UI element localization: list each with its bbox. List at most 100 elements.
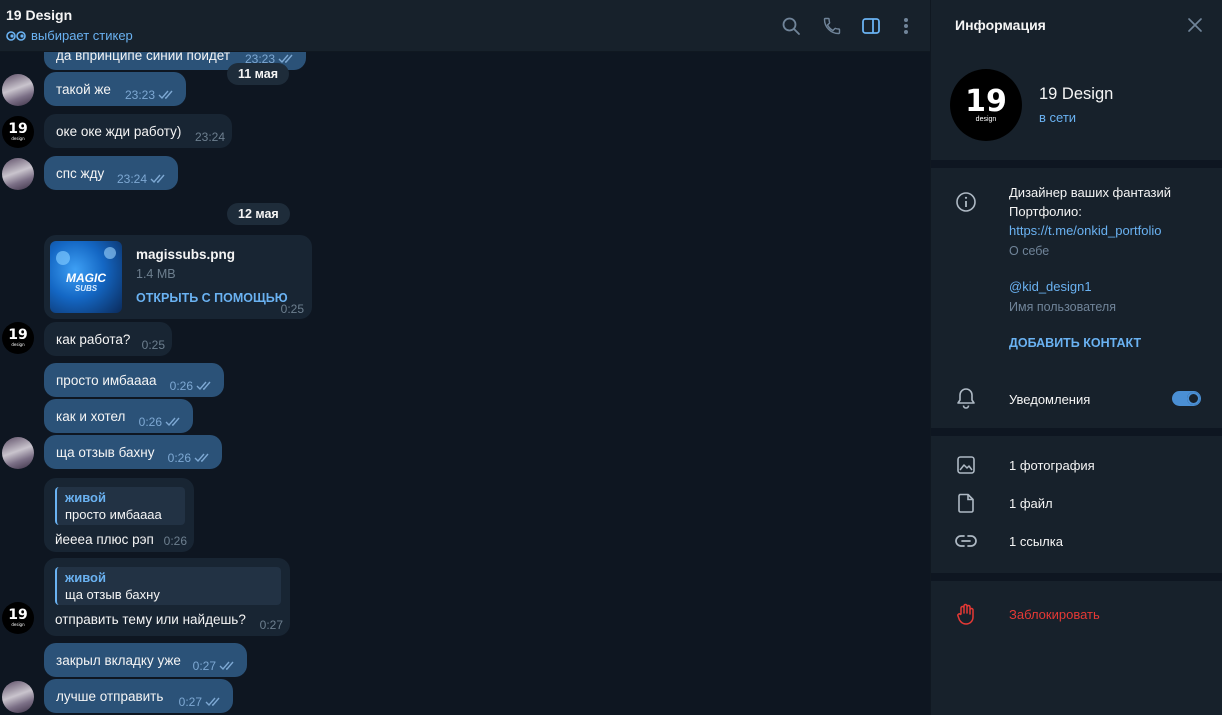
message-incoming-reply[interactable]: живой просто имбаааа йеееа плюс рэп 0:26: [44, 478, 194, 552]
open-with-button[interactable]: ОТКРЫТЬ С ПОМОЩЬЮ: [136, 291, 288, 305]
message-text: отправить тему или найдешь?: [55, 612, 246, 627]
message-outgoing[interactable]: закрыл вкладку уже 0:27: [44, 643, 247, 677]
message-meta: 0:26: [168, 451, 212, 465]
message-text: такой же: [56, 81, 111, 97]
close-icon[interactable]: [1186, 16, 1204, 34]
reply-author: живой: [65, 570, 106, 585]
message-time: 0:25: [141, 338, 165, 352]
files-count[interactable]: 1 файл: [1009, 496, 1053, 511]
toggle-knob: [1187, 392, 1200, 405]
message-incoming[interactable]: как работа? 0:25: [44, 322, 172, 356]
info-panel-title: Информация: [955, 17, 1046, 33]
read-ticks-icon: [219, 661, 234, 671]
user-avatar[interactable]: [2, 158, 34, 190]
link-icon: [955, 530, 977, 552]
bio-label: О себе: [1009, 244, 1050, 258]
message-outgoing[interactable]: просто имбаааа 0:26: [44, 363, 224, 397]
add-contact-button[interactable]: ДОБАВИТЬ КОНТАКТ: [1009, 336, 1141, 350]
message-outgoing[interactable]: ща отзыв бахну 0:26: [44, 435, 222, 469]
sidebar-toggle-icon[interactable]: [859, 14, 883, 38]
message-time: 0:26: [167, 451, 191, 465]
section-divider: [931, 573, 1222, 581]
avatar-logo-text: 19: [8, 327, 28, 343]
username-link[interactable]: @kid_design1: [1009, 279, 1092, 294]
phone-icon[interactable]: [820, 14, 844, 38]
info-panel: Информация 19 design 19 Design в сети Ди…: [930, 0, 1222, 715]
message-time: 0:27: [259, 618, 283, 632]
photos-count[interactable]: 1 фотография: [1009, 458, 1095, 473]
message-outgoing[interactable]: как и хотел 0:26: [44, 399, 193, 433]
chat-header: 19 Design выбирает стикер: [0, 0, 930, 52]
message-text: закрыл вкладку уже: [56, 652, 181, 668]
message-meta: 0:26: [170, 379, 214, 393]
message-meta: 23:23: [125, 88, 176, 102]
message-text: да впринципе синий пойдет: [56, 52, 231, 63]
date-separator: 11 мая: [227, 63, 290, 85]
typing-status: выбирает стикер: [6, 28, 133, 43]
reply-quote[interactable]: живой просто имбаааа: [55, 487, 185, 525]
read-ticks-icon: [150, 174, 165, 184]
bio-line: Портфолио:: [1009, 204, 1082, 219]
message-meta: 0:27: [260, 618, 283, 632]
message-time: 23:24: [116, 172, 147, 186]
reply-text: ща отзыв бахну: [65, 587, 160, 602]
message-meta: 0:26: [164, 534, 187, 548]
search-icon[interactable]: [779, 14, 803, 38]
file-message[interactable]: MAGIC SUBS magissubs.png 1.4 MB ОТКРЫТЬ …: [44, 235, 312, 319]
sticker-typing-icon: [6, 30, 26, 41]
contact-avatar[interactable]: 19 design: [2, 602, 34, 634]
block-hand-icon: [955, 603, 977, 625]
message-text: как и хотел: [56, 408, 126, 424]
avatar-logo-subtext: design: [11, 622, 25, 627]
notifications-label: Уведомления: [1009, 392, 1091, 407]
message-incoming-reply[interactable]: живой ща отзыв бахну отправить тему или …: [44, 558, 290, 636]
read-ticks-icon: [205, 697, 220, 707]
chat-title[interactable]: 19 Design: [6, 7, 72, 23]
message-outgoing[interactable]: спс жду 23:24: [44, 156, 178, 190]
message-text: спс жду: [56, 165, 105, 181]
message-meta: 0:27: [193, 659, 237, 673]
message-time: 23:24: [194, 130, 225, 144]
file-size: 1.4 MB: [136, 267, 176, 281]
avatar-logo-subtext: design: [11, 136, 25, 141]
message-time: 0:27: [178, 695, 202, 709]
message-time: 0:27: [192, 659, 216, 673]
more-vertical-icon[interactable]: [894, 14, 918, 38]
chat-messages[interactable]: да впринципе синий пойдет 23:23 11 мая т…: [0, 52, 930, 715]
user-avatar[interactable]: [2, 74, 34, 106]
message-time: 0:25: [280, 302, 304, 316]
profile-status: в сети: [1039, 110, 1077, 125]
message-text: оке оке жди работу): [56, 123, 182, 139]
links-count[interactable]: 1 ссылка: [1009, 534, 1063, 549]
profile-avatar-text: 19: [965, 83, 1007, 119]
message-time: 0:26: [163, 534, 187, 548]
message-outgoing[interactable]: лучше отправить 0:27: [44, 679, 233, 713]
file-thumbnail[interactable]: MAGIC SUBS: [50, 241, 122, 313]
user-avatar[interactable]: [2, 437, 34, 469]
message-time: 0:26: [138, 415, 162, 429]
message-outgoing[interactable]: такой же 23:23: [44, 72, 186, 106]
message-text: ща отзыв бахну: [56, 444, 155, 460]
read-ticks-icon: [158, 90, 173, 100]
message-incoming[interactable]: оке оке жди работу) 23:24: [44, 114, 232, 148]
notifications-toggle[interactable]: [1172, 391, 1201, 406]
file-name: magissubs.png: [136, 247, 236, 262]
user-avatar[interactable]: [2, 681, 34, 713]
profile-avatar[interactable]: 19 design: [950, 69, 1022, 141]
message-meta: 23:24: [195, 130, 225, 144]
username-label: Имя пользователя: [1009, 300, 1116, 314]
profile-name: 19 Design: [1039, 85, 1114, 103]
block-button[interactable]: Заблокировать: [1009, 607, 1100, 622]
photo-icon: [955, 454, 977, 476]
contact-avatar[interactable]: 19 design: [2, 116, 34, 148]
message-text: как работа?: [56, 331, 131, 347]
thumbnail-caption-sub: SUBS: [74, 284, 98, 293]
message-text: просто имбаааа: [56, 372, 157, 388]
profile-avatar-subtext: design: [975, 115, 997, 123]
reply-quote[interactable]: живой ща отзыв бахну: [55, 567, 281, 605]
read-ticks-icon: [194, 453, 209, 463]
typing-status-text: выбирает стикер: [31, 28, 133, 43]
read-ticks-icon: [196, 381, 211, 391]
portfolio-link[interactable]: https://t.me/onkid_portfolio: [1009, 223, 1161, 238]
contact-avatar[interactable]: 19 design: [2, 322, 34, 354]
